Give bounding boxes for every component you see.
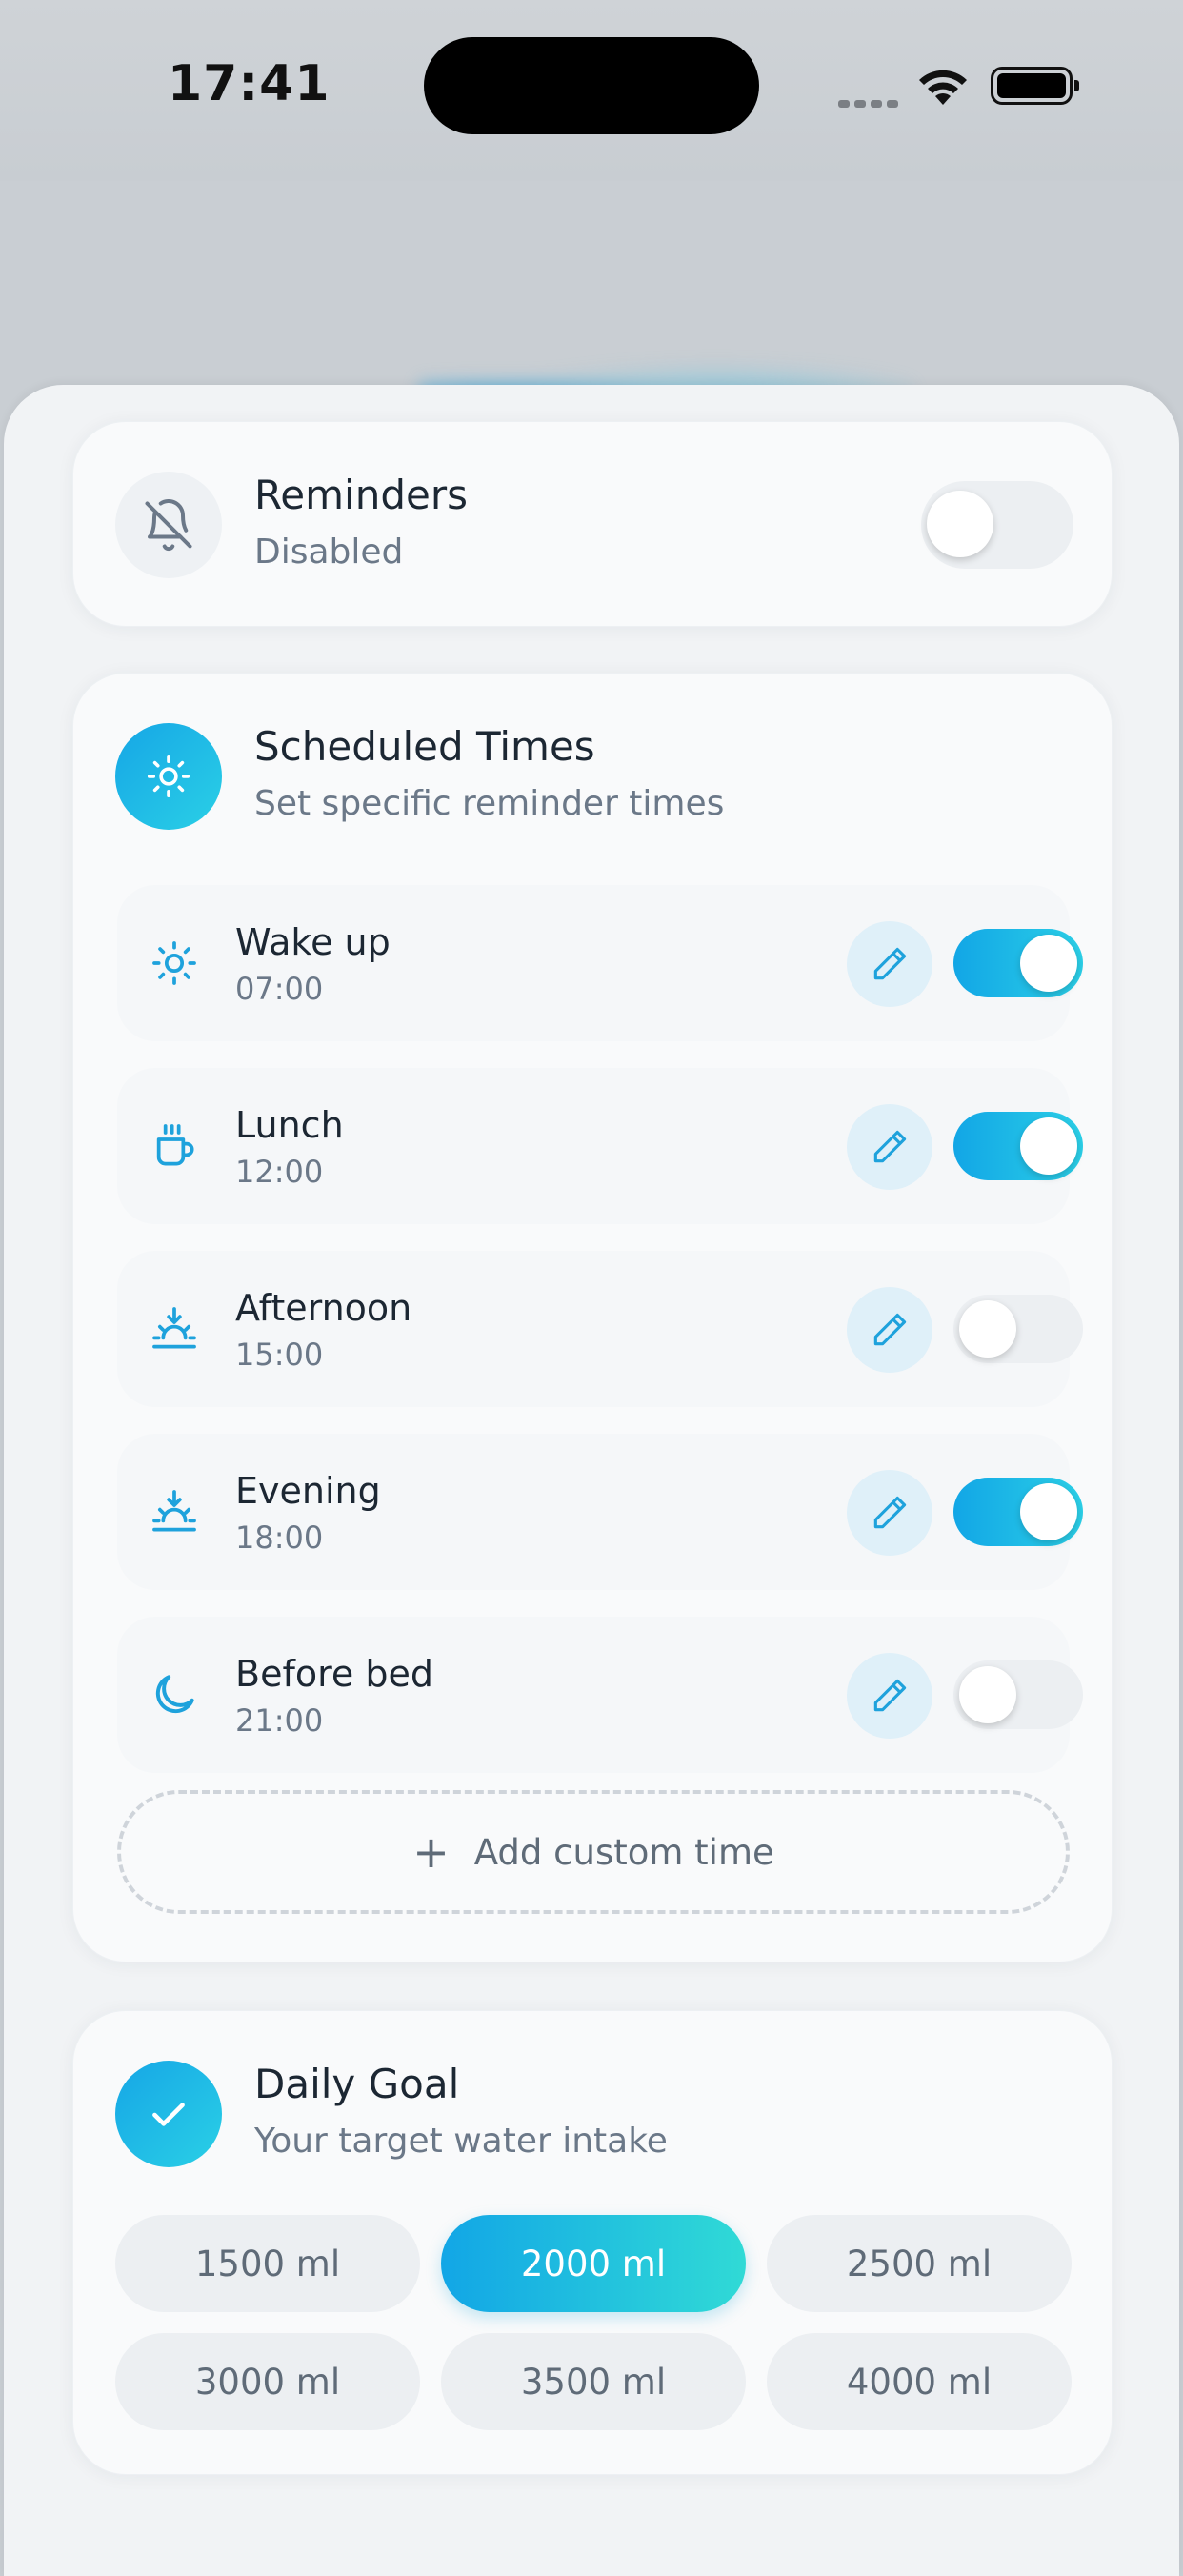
sunset-icon — [146, 1300, 203, 1358]
reminder-label: Before bed — [235, 1653, 433, 1695]
reminder-label: Lunch — [235, 1104, 344, 1146]
moon-icon — [146, 1666, 203, 1723]
reminder-toggle[interactable] — [953, 1660, 1083, 1729]
reminder-row-lunch: Lunch 12:00 — [117, 1068, 1083, 1224]
reminder-time: 15:00 — [235, 1337, 324, 1373]
reminders-status: Disabled — [254, 533, 404, 572]
bell-off-icon — [115, 472, 222, 578]
reminder-label: Evening — [235, 1470, 381, 1512]
daily-goal-title: Daily Goal — [254, 2061, 460, 2107]
goal-option-selected[interactable]: 2000 ml — [441, 2215, 746, 2312]
reminder-label: Afternoon — [235, 1287, 412, 1329]
sunset-icon — [146, 1483, 203, 1540]
edit-button[interactable] — [847, 1287, 932, 1373]
reminder-label: Wake up — [235, 921, 391, 963]
edit-button[interactable] — [847, 921, 932, 1007]
reminder-toggle[interactable] — [953, 929, 1083, 997]
reminder-toggle[interactable] — [953, 1478, 1083, 1546]
reminders-card: Reminders Disabled — [72, 421, 1113, 627]
reminder-time: 21:00 — [235, 1702, 324, 1739]
status-bar: 17:41 — [0, 0, 1183, 181]
goal-option[interactable]: 4000 ml — [767, 2333, 1072, 2430]
pencil-icon — [873, 1679, 907, 1712]
edit-button[interactable] — [847, 1653, 932, 1739]
edit-button[interactable] — [847, 1104, 932, 1190]
daily-goal-card: Daily Goal Your target water intake 1500… — [72, 2010, 1113, 2475]
scheduled-times-card: Scheduled Times Set specific reminder ti… — [72, 673, 1113, 1962]
reminder-toggle[interactable] — [953, 1112, 1083, 1180]
edit-button[interactable] — [847, 1470, 932, 1556]
reminder-row-afternoon: Afternoon 15:00 — [117, 1251, 1083, 1407]
sun-icon — [115, 723, 222, 830]
goal-option[interactable]: 3000 ml — [115, 2333, 420, 2430]
pencil-icon — [873, 1130, 907, 1163]
status-time: 17:41 — [168, 55, 331, 112]
coffee-cup-icon — [146, 1117, 203, 1175]
reminder-time: 12:00 — [235, 1154, 324, 1190]
check-icon — [115, 2061, 222, 2167]
scheduled-subtitle: Set specific reminder times — [254, 784, 725, 823]
cellular-signal-icon — [838, 93, 903, 111]
scheduled-title: Scheduled Times — [254, 723, 595, 770]
reminder-row-wake-up: Wake up 07:00 — [117, 885, 1083, 1041]
goal-option[interactable]: 3500 ml — [441, 2333, 746, 2430]
goal-option[interactable]: 1500 ml — [115, 2215, 420, 2312]
sun-icon — [146, 935, 203, 992]
reminders-toggle[interactable] — [921, 481, 1073, 569]
battery-icon — [991, 67, 1079, 105]
add-custom-time-button[interactable]: + Add custom time — [117, 1790, 1070, 1914]
add-custom-time-label: Add custom time — [473, 1831, 774, 1873]
reminder-time: 18:00 — [235, 1519, 324, 1556]
daily-goal-subtitle: Your target water intake — [254, 2122, 668, 2161]
goal-option[interactable]: 2500 ml — [767, 2215, 1072, 2312]
reminder-time: 07:00 — [235, 971, 324, 1007]
wifi-icon — [914, 63, 972, 111]
dynamic-island — [424, 37, 759, 134]
pencil-icon — [873, 1313, 907, 1346]
pencil-icon — [873, 947, 907, 980]
pencil-icon — [873, 1496, 907, 1529]
plus-icon: + — [412, 1826, 450, 1878]
reminder-row-before-bed: Before bed 21:00 — [117, 1617, 1083, 1773]
reminder-toggle[interactable] — [953, 1295, 1083, 1363]
reminder-row-evening: Evening 18:00 — [117, 1434, 1083, 1590]
reminders-title: Reminders — [254, 472, 468, 518]
